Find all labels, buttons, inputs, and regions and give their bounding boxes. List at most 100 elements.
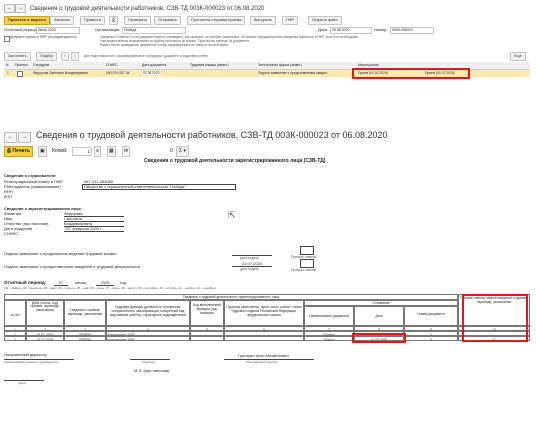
print-icon-button[interactable]: ⎙ <box>109 16 119 25</box>
printer-icon: ⎙ <box>112 18 116 22</box>
write-button[interactable]: Записать <box>50 16 75 25</box>
stamp-label: М.П. (при наличии) <box>134 368 170 373</box>
col-n: N <box>6 63 9 67</box>
kpp-label: КПП <box>4 194 13 199</box>
month-label: месяц <box>75 280 87 285</box>
hint-text: Для подготовки есть сформировать все сот… <box>84 54 209 58</box>
row-n: 1 <box>7 71 9 75</box>
period-hint: (01 – январь, 02 – февраль, 03 – март, 0… <box>4 286 216 290</box>
down-button[interactable]: ↓ <box>71 52 79 61</box>
header-doc-name: Наименование документа <box>304 306 354 326</box>
cancel-column-highlight <box>462 294 528 342</box>
row2-reason <box>224 336 304 341</box>
application-2-cancel-caption: Признак отмены <box>291 268 317 272</box>
row-accepted-checkbox[interactable] <box>17 71 23 77</box>
preview-back-button[interactable]: ← <box>4 132 17 143</box>
col-workbook: Трудовая книжка (заявл.) <box>190 63 229 67</box>
header-reason: Причины увольнения, пункт, часть статьи,… <box>224 300 304 326</box>
header-date: Дата (число, год) приема, перевода, увол… <box>26 300 64 326</box>
date-field[interactable]: 06.08.2020 <box>330 27 372 34</box>
copies-field[interactable]: 1 <box>72 147 92 156</box>
row2-doc: Приказ <box>304 336 354 341</box>
post-button[interactable]: Провести <box>80 16 105 25</box>
pfr-button[interactable]: ПФР <box>282 16 299 25</box>
birth-value: "20" февраля 2000 г. <box>64 227 124 232</box>
note-line-3: Нужно после проведения документа, чтобы … <box>100 43 229 47</box>
row2-date: 01.07.2020 <box>26 336 64 341</box>
post-and-close-button[interactable]: Провести и закрыть <box>4 16 51 25</box>
employer-value: Общество с ограниченной ответственностью… <box>82 184 236 190</box>
application-1-date-caption: дата подачи <box>240 256 259 260</box>
row2-event: ПРИЕМ <box>64 336 106 341</box>
row2-code <box>190 336 224 341</box>
arrow-up-icon: ↑ <box>64 54 66 58</box>
up-button[interactable]: ↑ <box>61 52 69 61</box>
number-field[interactable]: 003К-000023 <box>390 27 434 34</box>
send-history-button[interactable]: Протоколы отправки приема <box>187 16 246 25</box>
col-electronic: Электронная форма (заявл.) <box>258 63 303 67</box>
compact-icon-button[interactable]: ≡ <box>94 146 101 157</box>
row2-num: 2 <box>4 336 26 341</box>
snils-label: СНИЛС <box>4 231 19 236</box>
copies-label: Копий: <box>52 148 68 154</box>
period-field[interactable]: Июль 2020 <box>36 27 80 34</box>
more-button[interactable]: Еще <box>510 52 526 61</box>
application-2-cancel-box <box>300 259 314 268</box>
spreadsheet-icon: ▦ <box>109 148 114 154</box>
form-title: Сведения о трудовой деятельности зарегис… <box>144 158 326 164</box>
application-2-label: Подано заявление о предоставлении сведен… <box>4 264 141 269</box>
preview-title: Сведения о трудовой деятельности работни… <box>36 130 388 140</box>
date-caption: (дата) <box>18 381 26 385</box>
forward-button[interactable]: → <box>15 4 26 13</box>
check-button[interactable]: Проверить <box>124 16 151 25</box>
compact-icon: ≡ <box>96 148 99 154</box>
preview-print-button[interactable]: ⎙ Печать <box>4 146 33 157</box>
year-label: год <box>120 280 126 285</box>
header-doc-date: Дата <box>354 306 404 326</box>
number-label: Номер: <box>374 27 388 32</box>
director-label: Генеральный директор <box>4 352 47 357</box>
col-employee: Сотрудник <box>33 63 50 67</box>
col-accepted: Принято <box>15 63 28 67</box>
sum-button[interactable]: Σ ▾ <box>176 146 189 157</box>
col-snils: СНИЛС <box>106 63 118 67</box>
org-field[interactable]: Победа <box>122 27 186 34</box>
select-button[interactable]: Подбор <box>36 52 58 61</box>
col-events: Мероприятия <box>358 63 379 67</box>
header-num: № п/п <box>4 300 26 326</box>
upload-button[interactable]: Выгрузить <box>250 16 277 25</box>
fill-button[interactable]: Заполнить <box>4 52 31 61</box>
accepted-note: Документ принят в ПФР (не редактируется) <box>10 35 77 39</box>
signer-name-caption: (Расшифровка подписи) <box>246 360 278 364</box>
row-doc-date[interactable]: 02.08.2020 <box>142 71 161 76</box>
mouse-cursor-icon: ⇱ <box>228 210 236 220</box>
director-caption: (Наименование должности руководителя) <box>4 360 59 364</box>
header-code: Код выполняемой функции (при наличии) <box>190 300 224 326</box>
row2-position: Консультант, АУП <box>106 336 190 341</box>
header-doc-num: Номер документа <box>404 306 458 326</box>
save-icon-button[interactable]: ▣ <box>38 146 47 157</box>
preview-forward-button[interactable]: → <box>18 132 31 143</box>
col-doc-date: Дата документа <box>142 63 167 67</box>
insurer-heading: Сведения о страхователе: <box>4 173 57 178</box>
application-2-date-caption: дата подачи <box>240 267 259 271</box>
period-label: Отчетный период: <box>4 280 47 285</box>
mail-icon-button[interactable]: ✉ <box>122 146 131 157</box>
signature-caption: (Подпись) <box>142 360 155 364</box>
sum-value: 0 <box>170 148 173 154</box>
open-file-button[interactable]: Открыть файл <box>308 16 342 25</box>
date-label: Дата: <box>318 27 328 32</box>
row-electronic: Подано заявление о предоставлении сведен… <box>258 71 328 75</box>
row-employee: Федорова Светлана Владимировна <box>33 71 88 75</box>
row2-doc-num: 3 <box>404 336 458 341</box>
back-button[interactable]: ← <box>4 4 15 13</box>
row-snils: 000-074-057 34 <box>106 71 130 75</box>
send-button[interactable]: Отправить <box>154 16 181 25</box>
org-label: Организация: <box>95 27 121 32</box>
document-title: Сведения о трудовой деятельности работни… <box>30 6 265 12</box>
spreadsheet-icon-button[interactable]: ▦ <box>107 146 116 157</box>
application-1-cancel-box <box>300 246 314 255</box>
header-position: Трудовая функция (должность, профессия, … <box>106 300 190 326</box>
period-label: Отчетный период: <box>4 27 38 32</box>
application-1-label: Подано заявление о продолжении ведения т… <box>4 251 117 256</box>
